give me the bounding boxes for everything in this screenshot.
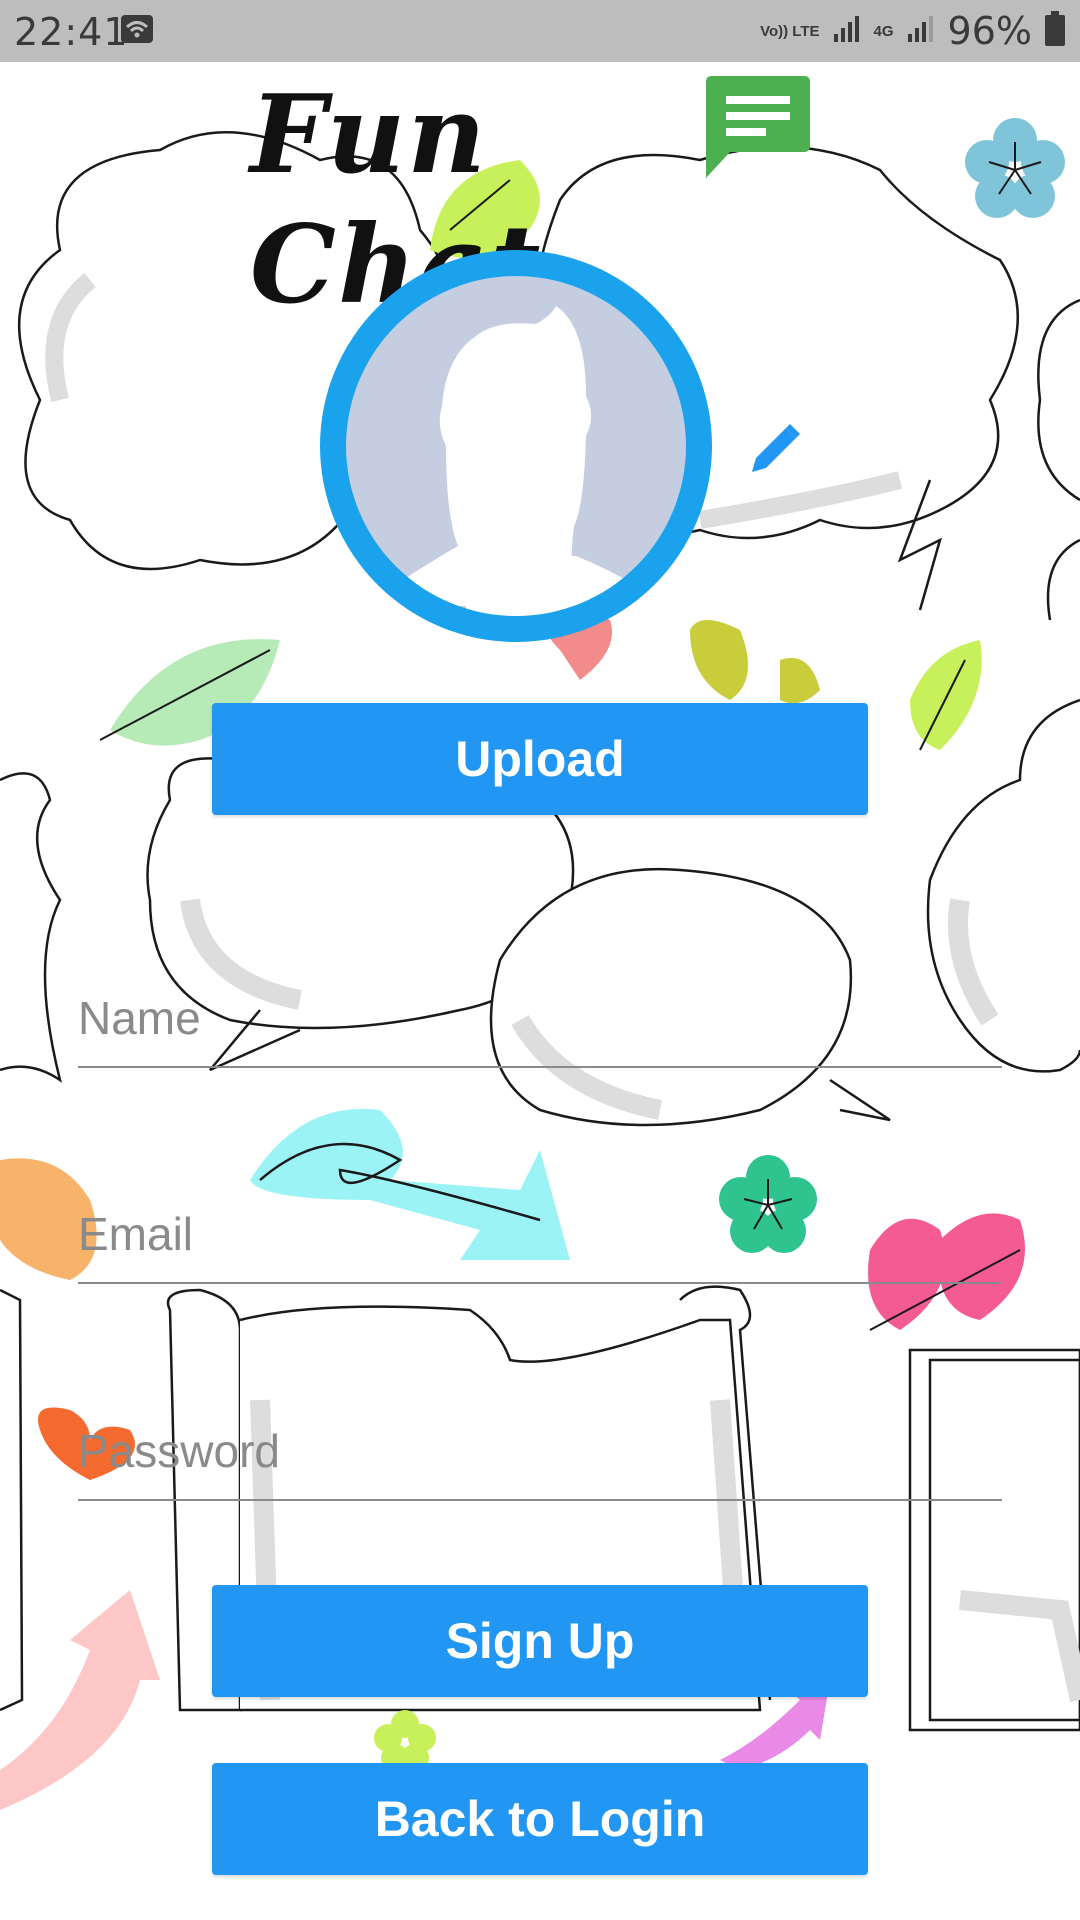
profile-avatar[interactable] — [320, 250, 712, 642]
volte-label: Vo)) LTE — [760, 22, 820, 40]
password-field[interactable] — [78, 1399, 1002, 1501]
name-input[interactable] — [78, 978, 1002, 1058]
chat-bubble-icon — [702, 74, 814, 191]
sign-up-button[interactable]: Sign Up — [212, 1585, 868, 1697]
status-bar: 22:41 Vo)) LTE 4G 96% — [0, 0, 1080, 62]
network-type-label: 4G — [873, 22, 894, 40]
app-title: Fun Chat — [250, 72, 543, 328]
name-field[interactable] — [78, 966, 1002, 1068]
status-indicators: Vo)) LTE 4G 96% — [760, 8, 1066, 54]
battery-percentage: 96% — [947, 9, 1032, 53]
email-input[interactable] — [78, 1194, 1002, 1274]
signal-icon — [832, 14, 862, 49]
back-to-login-button[interactable]: Back to Login — [212, 1763, 868, 1875]
email-field[interactable] — [78, 1182, 1002, 1284]
wifi-icon — [120, 14, 154, 49]
status-time: 22:41 — [14, 10, 129, 54]
password-input[interactable] — [78, 1411, 1002, 1491]
upload-button[interactable]: Upload — [212, 703, 868, 815]
default-person-icon — [346, 276, 686, 616]
pencil-icon[interactable] — [748, 420, 804, 481]
battery-icon — [1044, 10, 1066, 52]
signal-icon-2 — [906, 14, 936, 49]
